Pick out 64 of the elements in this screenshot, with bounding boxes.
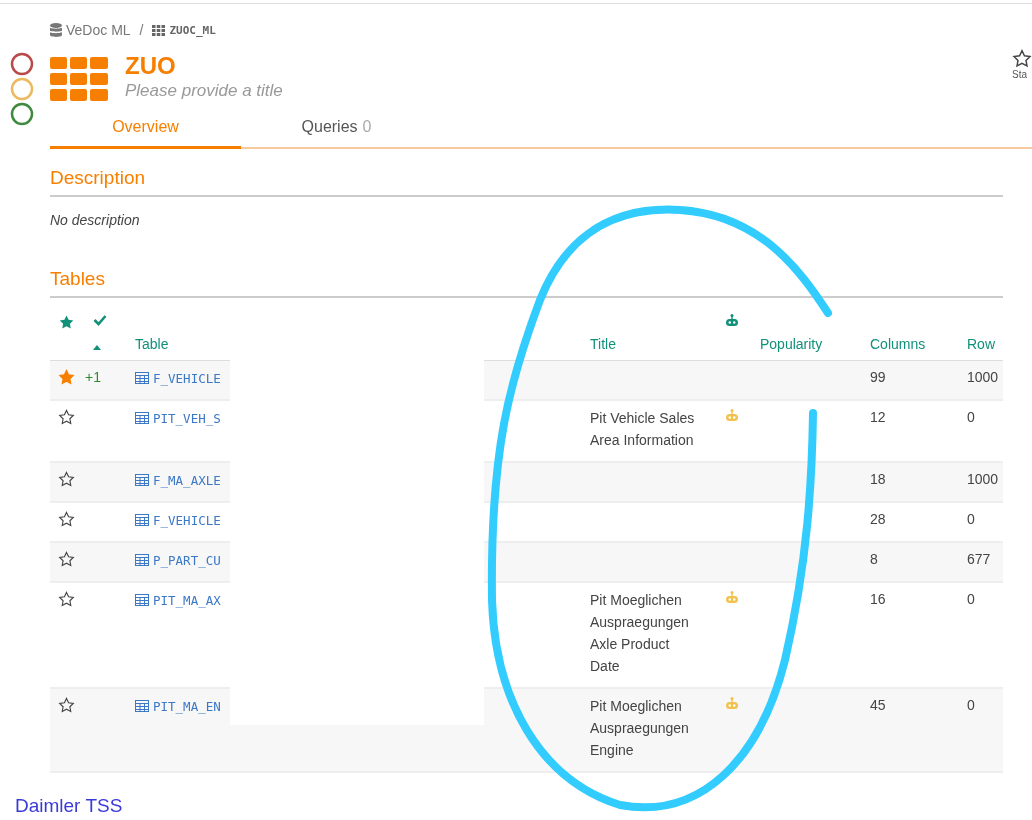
breadcrumb-link[interactable]: ZUOC_ML [169, 23, 216, 37]
star-icon[interactable] [58, 697, 75, 714]
table-link[interactable]: PIT_MA_AX [153, 592, 221, 608]
vote-count: +1 [85, 369, 101, 385]
star-icon[interactable] [58, 314, 75, 331]
table-link[interactable]: PIT_VEH_S [153, 410, 221, 426]
breadcrumb-separator: / [139, 22, 144, 38]
column-count: 18 [870, 471, 886, 487]
column-header[interactable]: Title [590, 298, 725, 360]
description-text: No description [50, 212, 141, 228]
column-header[interactable]: Columns [870, 298, 967, 360]
column-count: 12 [870, 409, 886, 425]
column-header[interactable]: Row [967, 298, 1003, 360]
page-title: ZUO [125, 53, 177, 79]
table-link[interactable]: F_VEHICLE [153, 512, 221, 528]
table-icon [135, 474, 149, 486]
schema-icon [50, 57, 108, 101]
row-count: 677 [967, 551, 991, 567]
check-icon[interactable] [93, 314, 107, 326]
grid-icon [152, 24, 166, 36]
row-count: 0 [967, 697, 975, 713]
star-icon[interactable] [58, 551, 75, 568]
column-count: 16 [870, 591, 886, 607]
row-count: 1000 [967, 369, 999, 385]
column-count: 8 [870, 551, 878, 567]
star-icon[interactable] [58, 369, 75, 386]
table-link[interactable]: P_PART_CU [153, 552, 221, 568]
table-title: Pit Moeglichen Auspraegungen Engine [590, 697, 690, 760]
table-title: Pit Vehicle Sales Area Information [590, 409, 696, 450]
sort-caret-icon [93, 345, 101, 350]
robot-icon [725, 314, 739, 328]
column-count: 28 [870, 511, 886, 527]
table-icon [135, 554, 149, 566]
tab[interactable]: Overview [50, 109, 241, 149]
footer-text: Daimler TSS [15, 795, 123, 817]
star-icon[interactable] [58, 471, 75, 488]
row-count: 0 [967, 511, 975, 527]
table-icon [135, 514, 149, 526]
table-icon [135, 412, 149, 424]
table-link[interactable]: F_VEHICLE [153, 370, 221, 386]
column-header[interactable]: Table [125, 298, 590, 360]
table-icon [135, 594, 149, 606]
column-header[interactable]: Popularity [760, 298, 870, 360]
database-icon [50, 23, 62, 37]
row-count: 0 [967, 409, 975, 425]
star-icon[interactable] [58, 511, 75, 528]
star-icon[interactable] [58, 409, 75, 426]
section-heading: Description [50, 167, 1003, 197]
table-link[interactable]: F_MA_AXLE [153, 472, 221, 488]
page-subtitle: Please provide a title [125, 81, 283, 101]
table-icon [135, 372, 149, 384]
table-link[interactable]: PIT_MA_EN [153, 698, 221, 714]
star-label[interactable]: Sta [1012, 69, 1027, 80]
row-count: 1000 [967, 471, 999, 487]
star-icon[interactable] [1012, 49, 1032, 69]
table-icon [135, 700, 149, 712]
table-title: Pit Moeglichen Auspraegungen Axle Product Date [590, 591, 690, 676]
breadcrumb-link[interactable]: VeDoc ML [66, 22, 131, 38]
section-heading: Tables [50, 268, 1003, 298]
row-count: 0 [967, 591, 975, 607]
star-icon[interactable] [58, 591, 75, 608]
column-count: 99 [870, 369, 886, 385]
column-count: 45 [870, 697, 886, 713]
tab[interactable]: Queries 0 [241, 109, 432, 147]
